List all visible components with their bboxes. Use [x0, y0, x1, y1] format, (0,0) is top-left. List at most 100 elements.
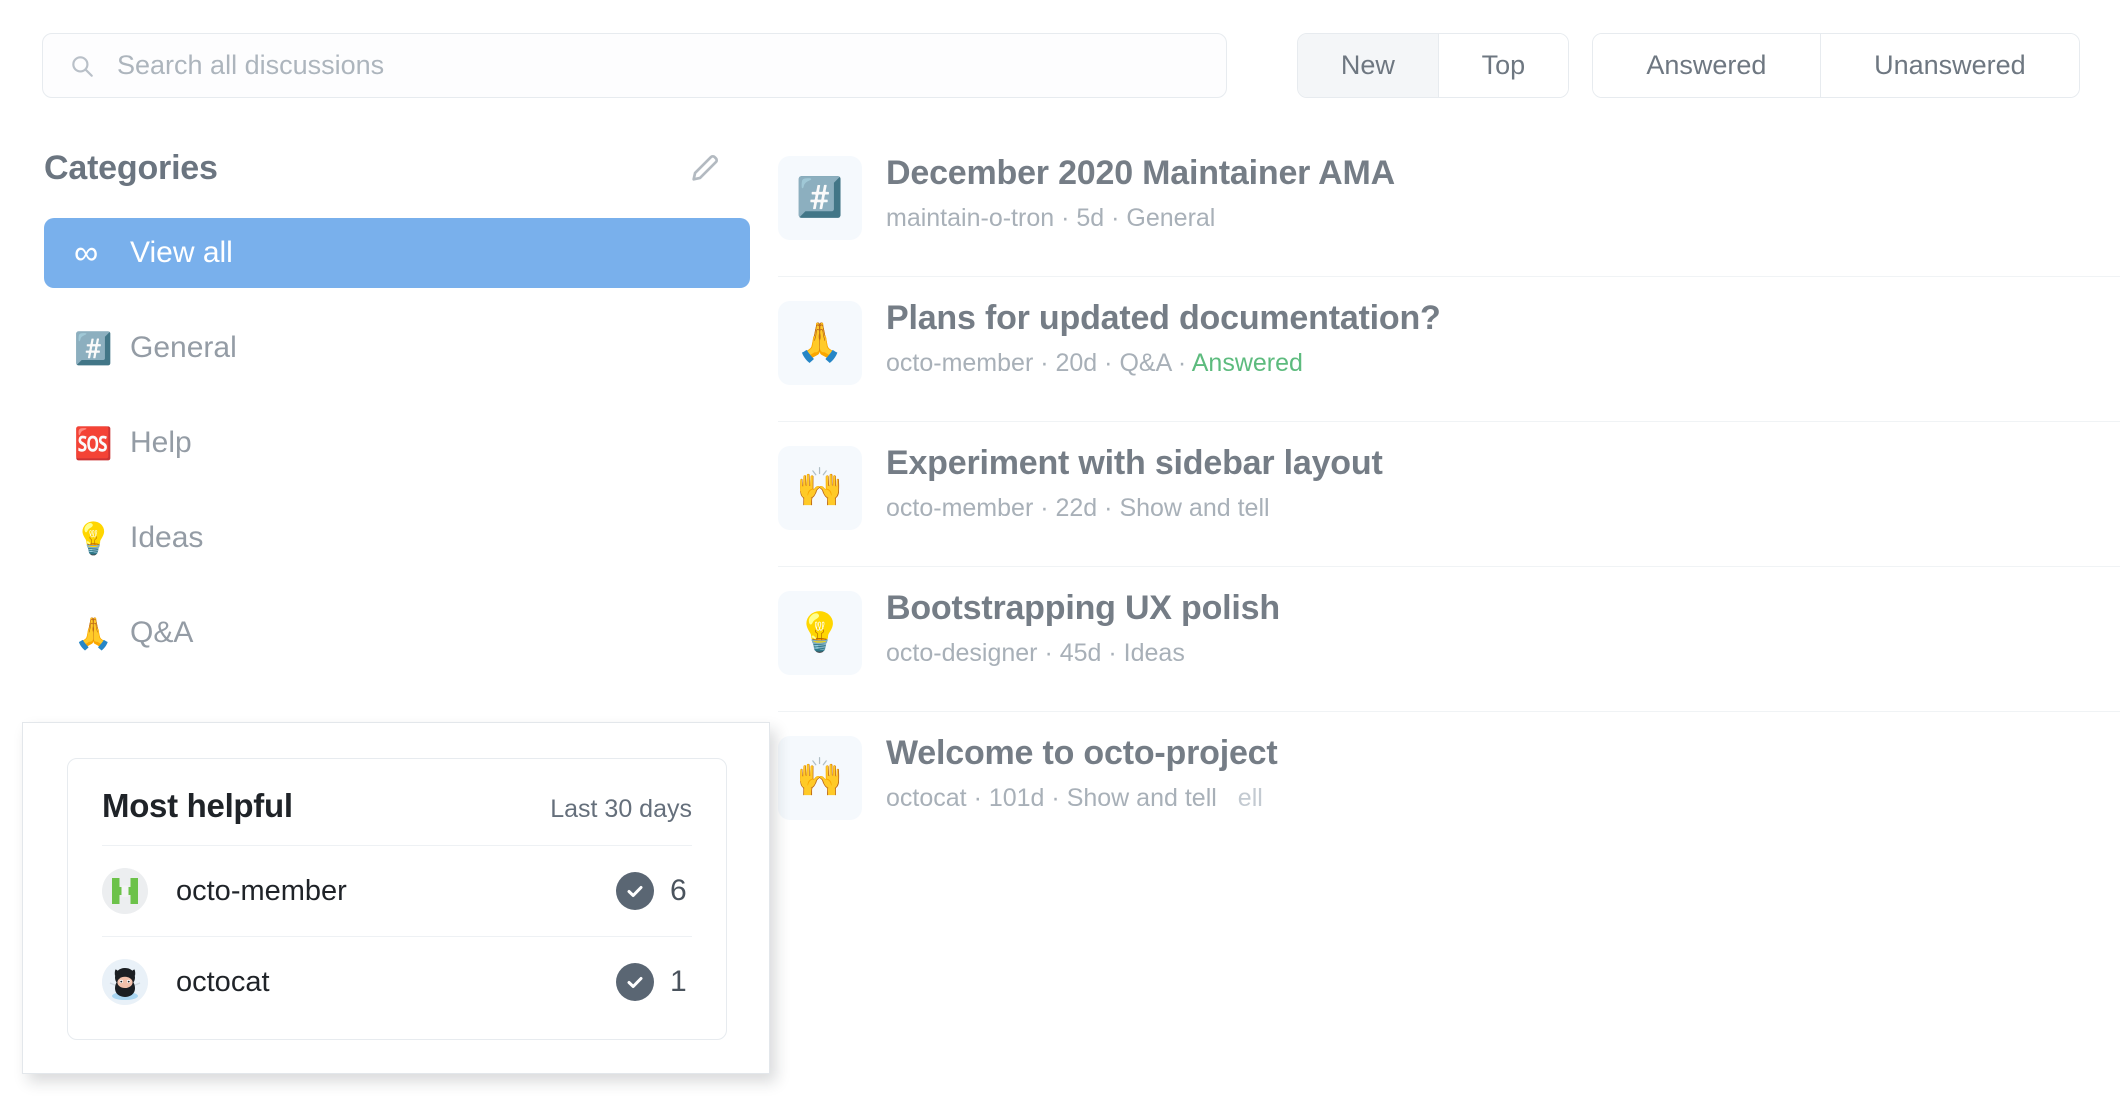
lightbulb-emoji: 💡	[74, 520, 113, 556]
sidebar-item-view-all[interactable]: ∞ View all	[44, 218, 750, 288]
sos-emoji: 🆘	[74, 425, 113, 461]
status-badge: Answered	[1191, 349, 1303, 378]
table-row[interactable]: 💡 Bootstrapping UX polish octo-designer …	[778, 567, 2120, 712]
filter-unanswered-button[interactable]: Unanswered	[1820, 34, 2079, 97]
count-cell: 1	[616, 963, 692, 1001]
sidebar-item-help[interactable]: 🆘 Help	[44, 408, 750, 478]
discussion-category: Show and tell	[1119, 494, 1270, 523]
meta-separator: ·	[973, 784, 989, 813]
discussion-meta: maintain-o-tron · 5d · General	[886, 203, 1215, 233]
list-item[interactable]: octocat 1	[102, 936, 692, 1027]
discussion-category: Show and tell	[1066, 784, 1217, 813]
raising-hands-emoji: 🙌	[778, 736, 862, 820]
avatar	[102, 959, 148, 1005]
categories-header: Categories	[0, 140, 770, 196]
meta-separator: ·	[1177, 349, 1192, 378]
meta-separator: ·	[1104, 349, 1120, 378]
most-helpful-title: Most helpful	[102, 787, 293, 824]
page-title: Categories	[44, 148, 218, 187]
raising-hands-emoji: 🙌	[778, 446, 862, 530]
discussion-title[interactable]: December 2020 Maintainer AMA	[886, 154, 1395, 193]
avatar	[102, 868, 148, 914]
search-input[interactable]	[115, 49, 1019, 82]
top-toolbar: New Top Answered Unanswered	[0, 0, 2120, 104]
list-item[interactable]: octo-member 6	[102, 845, 692, 936]
discussion-list: #️⃣ December 2020 Maintainer AMA maintai…	[778, 132, 2120, 856]
sidebar-item-ideas[interactable]: 💡 Ideas	[44, 503, 750, 573]
answer-count: 6	[670, 874, 687, 907]
hash-emoji: #️⃣	[74, 330, 113, 366]
table-row[interactable]: 🙌 Welcome to octo-project octocat · 101d…	[778, 712, 2120, 856]
discussion-category: Ideas	[1123, 639, 1185, 668]
discussion-meta: octo-member · 20d · Q&A · Answered	[886, 348, 1303, 378]
discussion-author: octo-member	[886, 349, 1034, 378]
check-circle-icon	[616, 872, 654, 910]
discussion-body: December 2020 Maintainer AMA maintain-o-…	[886, 154, 1395, 233]
discussion-body: Bootstrapping UX polish octo-designer · …	[886, 589, 1280, 668]
sort-new-button[interactable]: New	[1298, 34, 1439, 97]
answer-count: 1	[670, 965, 687, 998]
lightbulb-emoji: 💡	[778, 591, 862, 675]
meta-separator: ·	[1104, 494, 1120, 523]
discussion-age: 22d	[1055, 494, 1098, 523]
search-icon	[69, 53, 95, 79]
filter-answered-button[interactable]: Answered	[1593, 34, 1821, 97]
sidebar-item-label: General	[130, 331, 237, 364]
count-cell: 6	[616, 872, 692, 910]
table-row[interactable]: #️⃣ December 2020 Maintainer AMA maintai…	[778, 132, 2120, 277]
discussion-meta: octocat · 101d · Show and tell ell	[886, 783, 1263, 813]
meta-separator: ·	[1051, 784, 1067, 813]
discussion-category: General	[1126, 204, 1216, 233]
discussion-meta: octo-designer · 45d · Ideas	[886, 638, 1185, 668]
answer-filter-group: Answered Unanswered	[1592, 33, 2080, 98]
user-cell: octocat	[102, 959, 270, 1005]
discussion-age: 5d	[1076, 204, 1105, 233]
meta-separator: ·	[1040, 349, 1056, 378]
search-box[interactable]	[42, 33, 1227, 98]
meta-separator: ·	[1044, 639, 1060, 668]
sidebar-item-label: Q&A	[130, 616, 194, 649]
discussion-author: maintain-o-tron	[886, 204, 1055, 233]
user-name: octocat	[176, 965, 270, 998]
sort-filter-group: New Top	[1297, 33, 1569, 98]
folded-hands-emoji: 🙏	[74, 615, 113, 651]
hash-emoji: #️⃣	[778, 156, 862, 240]
discussion-author: octocat	[886, 784, 967, 813]
categories-sidebar: Categories ∞ View all #️⃣ General 🆘 Help…	[0, 140, 770, 668]
discussion-author: octo-designer	[886, 639, 1038, 668]
sidebar-item-qa[interactable]: 🙏 Q&A	[44, 598, 750, 668]
discussion-category: Q&A	[1119, 349, 1171, 378]
sidebar-item-label: Ideas	[130, 521, 204, 554]
discussion-title[interactable]: Experiment with sidebar layout	[886, 444, 1383, 483]
discussion-title[interactable]: Welcome to octo-project	[886, 734, 1278, 773]
discussion-meta: octo-member · 22d · Show and tell	[886, 493, 1270, 523]
table-row[interactable]: 🙌 Experiment with sidebar layout octo-me…	[778, 422, 2120, 567]
sidebar-item-label: View all	[130, 236, 233, 269]
meta-separator: ·	[1040, 494, 1056, 523]
most-helpful-overlay: Most helpful Last 30 days octo-member 6 …	[22, 722, 770, 1074]
meta-separator: ·	[1108, 639, 1124, 668]
folded-hands-emoji: 🙏	[778, 301, 862, 385]
infinity-icon: ∞	[74, 234, 99, 272]
discussion-age: 101d	[988, 784, 1045, 813]
most-helpful-range: Last 30 days	[550, 795, 692, 823]
meta-separator: ·	[1061, 204, 1077, 233]
discussion-body: Welcome to octo-project octocat · 101d ·…	[886, 734, 1278, 813]
sidebar-item-general[interactable]: #️⃣ General	[44, 313, 750, 383]
table-row[interactable]: 🙏 Plans for updated documentation? octo-…	[778, 277, 2120, 422]
meta-separator: ·	[1111, 204, 1127, 233]
discussion-title[interactable]: Bootstrapping UX polish	[886, 589, 1280, 628]
category-list: ∞ View all #️⃣ General 🆘 Help 💡 Ideas 🙏 …	[0, 218, 770, 668]
sidebar-item-label: Help	[130, 426, 192, 459]
discussion-author: octo-member	[886, 494, 1034, 523]
discussion-body: Experiment with sidebar layout octo-memb…	[886, 444, 1383, 523]
discussion-body: Plans for updated documentation? octo-me…	[886, 299, 1441, 378]
discussion-age: 45d	[1059, 639, 1102, 668]
discussion-title[interactable]: Plans for updated documentation?	[886, 299, 1441, 338]
most-helpful-header: Most helpful Last 30 days	[68, 759, 726, 845]
pencil-icon[interactable]	[688, 151, 722, 185]
discussion-age: 20d	[1055, 349, 1098, 378]
check-circle-icon	[616, 963, 654, 1001]
sort-top-button[interactable]: Top	[1438, 34, 1568, 97]
render-artifact-text: ell	[1237, 784, 1263, 813]
